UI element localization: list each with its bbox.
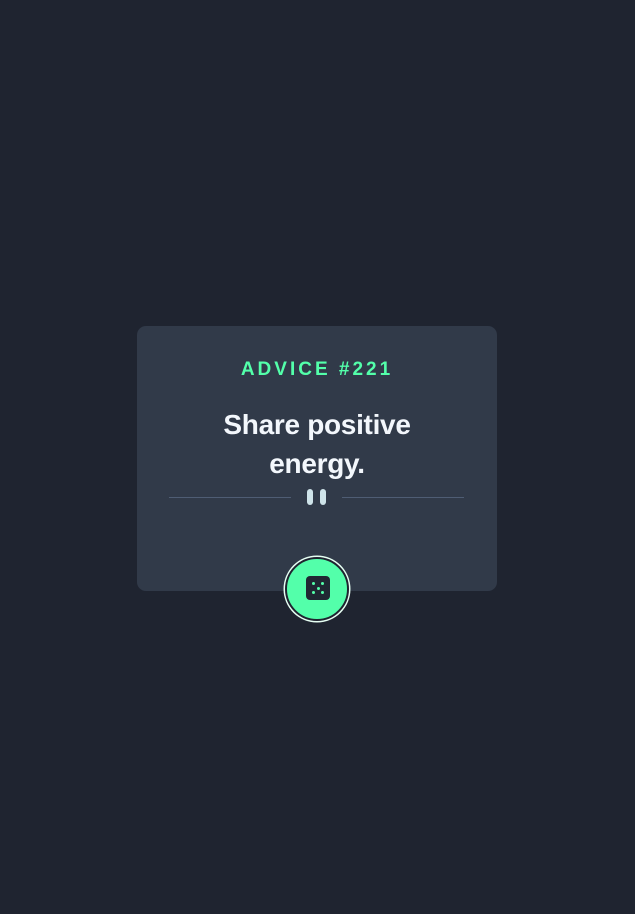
dice-pip bbox=[312, 582, 315, 585]
divider-line-left bbox=[169, 497, 291, 498]
advice-quote: Share positive energy. bbox=[223, 409, 411, 479]
dice-icon bbox=[306, 576, 330, 600]
pause-icon bbox=[306, 489, 328, 505]
dice-pip bbox=[316, 586, 320, 590]
divider bbox=[169, 488, 464, 506]
new-advice-button[interactable] bbox=[285, 557, 349, 621]
dice-pip bbox=[321, 591, 324, 594]
page: ADVICE #221 Share positive energy. bbox=[0, 0, 635, 914]
advice-id: ADVICE #221 bbox=[240, 359, 394, 380]
divider-line-right bbox=[342, 497, 464, 498]
pause-bar bbox=[307, 489, 313, 505]
dice-pip bbox=[312, 591, 315, 594]
advice-card: ADVICE #221 Share positive energy. bbox=[137, 326, 497, 591]
pause-bar bbox=[320, 489, 326, 505]
dice-pip bbox=[321, 582, 324, 585]
